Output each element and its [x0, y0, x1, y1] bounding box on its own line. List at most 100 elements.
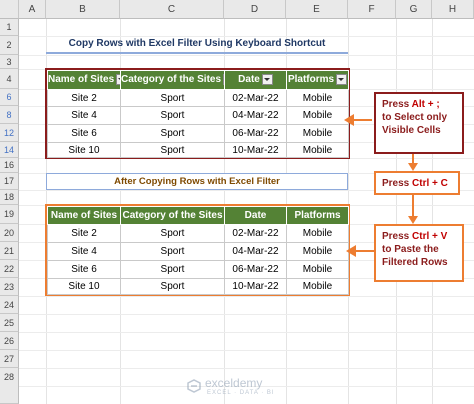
column-header-h[interactable]: H	[432, 0, 474, 19]
table-cell[interactable]: 02-Mar-22	[224, 89, 287, 107]
table-cell[interactable]: Sport	[120, 260, 225, 279]
header-cell[interactable]: Platforms	[286, 206, 349, 225]
row-header-filtered[interactable]: 8	[0, 106, 19, 124]
row-header-filtered[interactable]: 12	[0, 124, 19, 142]
table-cell[interactable]: Site 6	[47, 260, 121, 279]
grid-line	[19, 368, 474, 369]
row-header[interactable]: 22	[0, 260, 19, 278]
step-text: Press	[382, 231, 413, 242]
table-cell[interactable]: 02-Mar-22	[224, 224, 287, 243]
header-cell[interactable]: Date	[224, 70, 287, 90]
row-header[interactable]: 21	[0, 242, 19, 260]
row-header[interactable]: 4	[0, 69, 19, 89]
table-cell[interactable]: Mobile	[286, 89, 349, 107]
watermark: exceldemy EXCEL · DATA · BI	[186, 376, 296, 400]
row-header[interactable]: 26	[0, 332, 19, 350]
grid-line	[19, 332, 474, 333]
table-cell[interactable]: 10-Mar-22	[224, 142, 287, 158]
step-text: Press	[382, 178, 413, 189]
row-header-filtered[interactable]: 14	[0, 142, 19, 158]
column-header-d[interactable]: D	[224, 0, 286, 19]
row-header-filtered[interactable]: 6	[0, 89, 19, 106]
column-header-f[interactable]: F	[348, 0, 396, 19]
row-header[interactable]: 1	[0, 19, 19, 36]
grid-line	[396, 19, 397, 404]
table-cell[interactable]: Site 2	[47, 89, 121, 107]
table-cell[interactable]: Site 2	[47, 224, 121, 243]
table-cell[interactable]: Mobile	[286, 142, 349, 158]
column-header-g[interactable]: G	[396, 0, 432, 19]
table-cell[interactable]: Mobile	[286, 242, 349, 261]
step-paste: Press Ctrl + V to Paste the Filtered Row…	[374, 224, 464, 282]
watermark-name: exceldemy	[205, 376, 263, 390]
header-cell[interactable]: Category of the Sites	[120, 206, 225, 225]
arrow-down-icon	[408, 163, 418, 171]
table-cell[interactable]: Site 4	[47, 106, 121, 125]
header-cell[interactable]: Platforms	[286, 70, 349, 90]
table-cell[interactable]: Sport	[120, 106, 225, 125]
arrow-left-icon	[344, 114, 354, 126]
header-label: Name of Sites	[48, 74, 115, 86]
step-line: to Select only	[382, 112, 448, 123]
table-cell[interactable]: 10-Mar-22	[224, 278, 287, 295]
step-line: Visible Cells	[382, 125, 441, 136]
table-cell[interactable]: Mobile	[286, 260, 349, 279]
row-header[interactable]: 3	[0, 55, 19, 69]
step-line: Press Alt + ;	[382, 98, 456, 111]
table-cell[interactable]: 06-Mar-22	[224, 260, 287, 279]
row-header[interactable]: 28	[0, 368, 19, 404]
row-header[interactable]: 24	[0, 296, 19, 314]
table-cell[interactable]: Sport	[120, 142, 225, 158]
row-header[interactable]: 19	[0, 205, 19, 224]
table-cell[interactable]: 04-Mar-22	[224, 106, 287, 125]
row-header[interactable]: 2	[0, 36, 19, 55]
column-header-b[interactable]: B	[46, 0, 120, 19]
table-cell[interactable]: Mobile	[286, 106, 349, 125]
grid-line	[19, 350, 474, 351]
row-header[interactable]: 16	[0, 158, 19, 173]
corner-select-all[interactable]	[0, 0, 19, 19]
arrow-left-icon	[346, 245, 356, 257]
table-cell[interactable]: Sport	[120, 124, 225, 143]
table-cell[interactable]: Sport	[120, 278, 225, 295]
table-cell[interactable]: Sport	[120, 242, 225, 261]
table-cell[interactable]: Mobile	[286, 224, 349, 243]
row-header[interactable]: 17	[0, 173, 19, 190]
watermark-tagline: EXCEL · DATA · BI	[207, 390, 275, 396]
row-header[interactable]: 27	[0, 350, 19, 368]
row-header[interactable]: 25	[0, 314, 19, 332]
connector-line	[354, 250, 374, 252]
grid-line	[19, 55, 474, 56]
filter-dropdown-icon[interactable]	[116, 74, 120, 86]
table-cell[interactable]: Site 10	[47, 142, 121, 158]
step-select-visible-cells: Press Alt + ; to Select only Visible Cel…	[374, 92, 464, 154]
header-cell[interactable]: Name of Sites	[47, 206, 121, 225]
table-cell[interactable]: Sport	[120, 224, 225, 243]
row-header[interactable]: 23	[0, 278, 19, 296]
filter-dropdown-icon[interactable]	[336, 74, 348, 86]
table-cell[interactable]: 04-Mar-22	[224, 242, 287, 261]
row-header[interactable]: 20	[0, 224, 19, 242]
table-cell[interactable]: Sport	[120, 89, 225, 107]
column-header-c[interactable]: C	[120, 0, 224, 19]
table-cell[interactable]: Mobile	[286, 278, 349, 295]
table-cell[interactable]: Site 4	[47, 242, 121, 261]
header-cell[interactable]: Name of Sites	[47, 70, 121, 90]
table-cell[interactable]: Site 10	[47, 278, 121, 295]
filter-dropdown-icon[interactable]	[261, 74, 273, 86]
step-copy: Press Ctrl + C	[374, 171, 460, 195]
row-header[interactable]: 18	[0, 190, 19, 205]
grid-line	[19, 296, 474, 297]
filtered-table: Name of Sites Category of the Sites Date…	[47, 70, 349, 158]
exceldemy-logo-icon	[187, 379, 201, 393]
grid-line	[19, 314, 474, 315]
header-cell[interactable]: Category of the Sites	[120, 70, 225, 90]
column-header-a[interactable]: A	[19, 0, 46, 19]
table-cell[interactable]: Mobile	[286, 124, 349, 143]
arrow-down-icon	[408, 216, 418, 224]
column-header-e[interactable]: E	[286, 0, 348, 19]
table-cell[interactable]: Site 6	[47, 124, 121, 143]
table-cell[interactable]: 06-Mar-22	[224, 124, 287, 143]
step-line: Filtered Rows	[382, 257, 448, 268]
header-cell[interactable]: Date	[224, 206, 287, 225]
